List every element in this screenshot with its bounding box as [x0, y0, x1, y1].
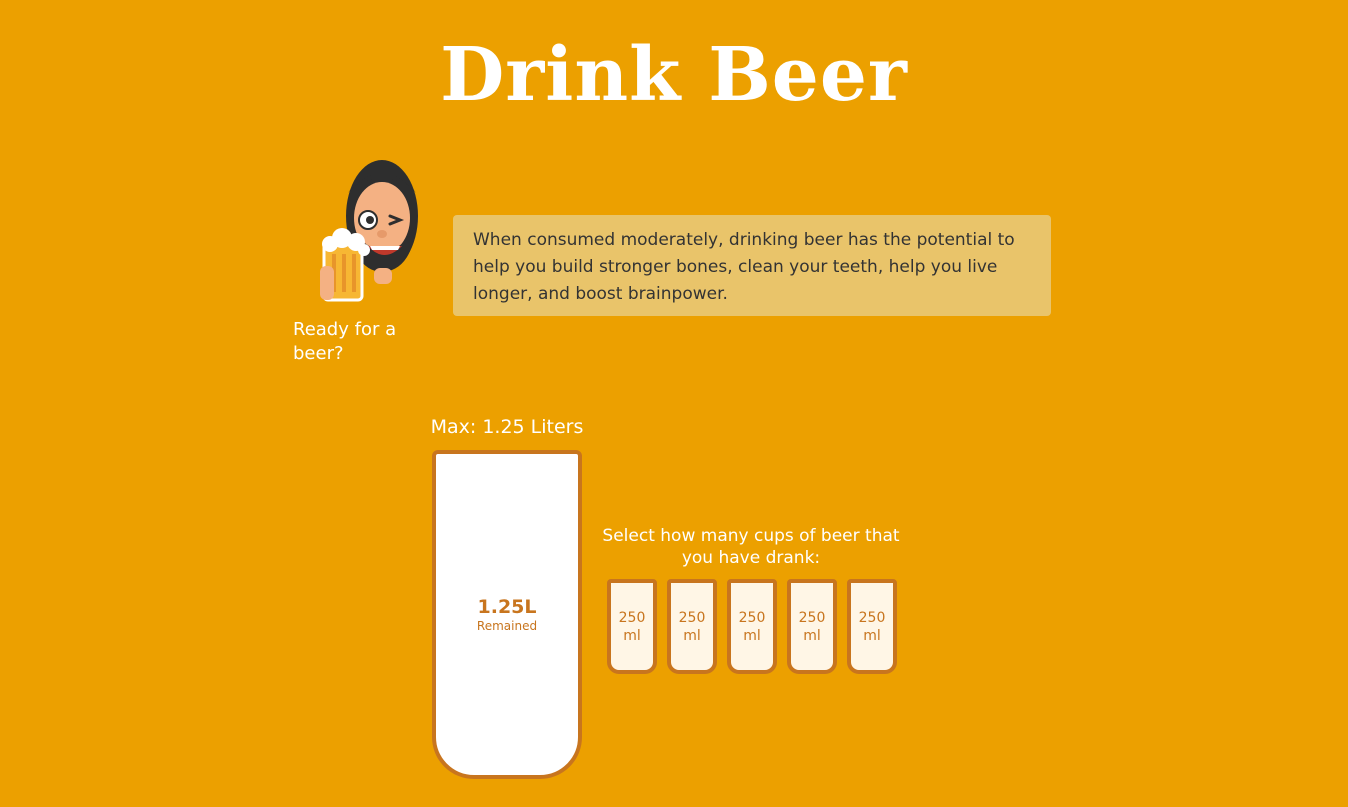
ready-text: Ready for a beer?	[293, 319, 397, 364]
cup-button[interactable]: 250 ml	[787, 579, 837, 674]
select-instructions: Select how many cups of beer that you ha…	[602, 526, 900, 568]
cup-button[interactable]: 250 ml	[727, 579, 777, 674]
cup-button[interactable]: 250 ml	[667, 579, 717, 674]
cup-label: 250 ml	[858, 609, 886, 644]
cup-button[interactable]: 250 ml	[847, 579, 897, 674]
bearded-man-with-beer-mug-icon	[320, 160, 418, 302]
cup-label: 250 ml	[618, 609, 646, 644]
cup-button[interactable]: 250 ml	[607, 579, 657, 674]
page-title: Drink Beer	[440, 32, 908, 118]
remained-value: 1.25L	[477, 595, 537, 618]
info-box: When consumed moderately, drinking beer …	[453, 215, 1051, 316]
max-label: Max: 1.25 Liters	[430, 416, 584, 438]
cup-list: 250 ml 250 ml 250 ml 250 ml 250 ml	[607, 579, 897, 674]
page: Drink Beer Ready for a beer? When consum…	[0, 0, 1348, 807]
cup-label: 250 ml	[798, 609, 826, 644]
big-cup: 1.25L Remained	[432, 450, 582, 779]
remained-display: 1.25L Remained	[436, 454, 578, 775]
cup-label: 250 ml	[738, 609, 766, 644]
remained-label: Remained	[476, 618, 538, 633]
cup-label: 250 ml	[678, 609, 706, 644]
